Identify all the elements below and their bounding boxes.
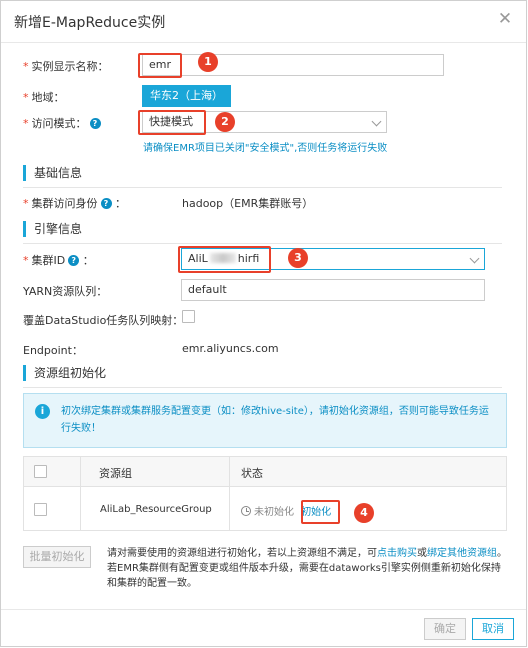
- endpoint-row: Endpoint： emr.aliyuncs.com: [1, 338, 526, 362]
- footer-divider: [1, 609, 526, 610]
- close-icon[interactable]: ✕: [496, 10, 514, 28]
- cluster-id-label: * 集群ID? ：: [23, 254, 94, 267]
- override-row: 覆盖DataStudio任务队列映射：: [1, 308, 526, 332]
- col-status: 状态: [241, 467, 263, 480]
- cluster-identity-value: hadoop（EMR集群账号）: [182, 197, 314, 210]
- cancel-button[interactable]: 取消: [472, 618, 514, 640]
- override-label: 覆盖DataStudio任务队列映射：: [23, 314, 184, 327]
- dialog-title: 新增E-MapReduce实例: [14, 15, 166, 31]
- yarn-queue-input[interactable]: default: [181, 279, 485, 301]
- buy-link[interactable]: 点击购买: [377, 548, 417, 559]
- redacted-mask: [209, 253, 236, 263]
- dialog-header: 新增E-MapReduce实例 ✕: [1, 1, 526, 43]
- bind-other-group-link[interactable]: 绑定其他资源组: [427, 548, 497, 559]
- instance-name-label: * 实例显示名称：: [23, 60, 109, 73]
- column-divider: [229, 457, 230, 530]
- batch-init-button[interactable]: 批量初始化: [23, 546, 91, 568]
- confirm-button[interactable]: 确定: [424, 618, 466, 640]
- instance-name-row: * 实例显示名称： emr: [1, 54, 526, 78]
- help-icon[interactable]: ?: [100, 198, 112, 209]
- instance-name-input[interactable]: emr: [142, 54, 444, 76]
- row-checkbox[interactable]: [34, 503, 47, 516]
- access-mode-label: * 访问模式：?: [23, 115, 101, 131]
- endpoint-value: emr.aliyuncs.com: [182, 342, 279, 355]
- select-all-checkbox[interactable]: [34, 465, 47, 478]
- region-label: * 地域：: [23, 91, 65, 104]
- annotation-badge: 4: [354, 503, 374, 523]
- alert-text: 初次绑定集群或集群服务配置变更（如：修改hive-site），请初始化资源组，否…: [61, 406, 489, 434]
- endpoint-label: Endpoint：: [23, 344, 83, 357]
- annotation-badge: 3: [288, 248, 308, 268]
- info-alert: i 初次绑定集群或集群服务配置变更（如：修改hive-site），请初始化资源组…: [23, 393, 507, 448]
- section-basic-title: 基础信息: [23, 165, 82, 181]
- section-engine-title: 引擎信息: [23, 221, 82, 237]
- info-icon: i: [35, 404, 50, 419]
- yarn-label: YARN资源队列：: [23, 285, 108, 298]
- yarn-row: YARN资源队列： default: [1, 279, 526, 303]
- cluster-identity-label: * 集群访问身份? ：: [23, 197, 126, 210]
- access-mode-value: 快捷模式: [149, 115, 193, 128]
- emr-dialog: 新增E-MapReduce实例 ✕ * 实例显示名称： emr * 地域： 华东2（…: [0, 0, 527, 647]
- access-mode-select[interactable]: 快捷模式: [142, 111, 387, 133]
- annotation-badge: 1: [198, 52, 218, 72]
- chevron-down-icon: [469, 253, 480, 264]
- initialize-link[interactable]: 初始化: [301, 507, 331, 518]
- override-checkbox[interactable]: [182, 310, 195, 323]
- access-mode-row: * 访问模式：? 快捷模式: [1, 111, 526, 135]
- col-resource-group: 资源组: [99, 467, 132, 480]
- section-init-title: 资源组初始化: [23, 365, 106, 381]
- section-divider: [23, 187, 502, 188]
- help-icon[interactable]: ?: [89, 118, 101, 129]
- table-header: 资源组 状态: [24, 457, 506, 487]
- cluster-id-suffix: hirfi: [237, 252, 260, 265]
- chevron-down-icon: [371, 116, 382, 127]
- clock-icon: [241, 506, 251, 516]
- section-divider: [23, 243, 502, 244]
- resource-group-name: AliLab_ResourceGroup: [100, 504, 212, 515]
- access-mode-hint: 请确保EMR项目已关闭"安全模式",否则任务将运行失败: [143, 143, 388, 154]
- region-row: * 地域：: [1, 85, 141, 109]
- region-tag[interactable]: 华东2（上海）: [142, 85, 231, 107]
- section-divider: [23, 387, 502, 388]
- cluster-id-prefix: AliL: [188, 252, 208, 265]
- cluster-id-select[interactable]: AliL hirfi: [181, 248, 485, 270]
- init-note: 请对需要使用的资源组进行初始化，若以上资源组不满足，可点击购买或绑定其他资源组。…: [107, 548, 507, 589]
- resource-group-table: 资源组 状态 AliLab_ResourceGroup 未初始化 初始化: [23, 456, 507, 531]
- column-divider: [80, 457, 81, 530]
- status-text: 未初始化: [254, 507, 294, 518]
- status-cell: 未初始化 初始化: [241, 503, 331, 518]
- cluster-id-row: * 集群ID? ： AliL hirfi: [1, 248, 526, 272]
- annotation-badge: 2: [215, 112, 235, 132]
- cluster-identity-row: * 集群访问身份? ： hadoop（EMR集群账号）: [1, 191, 526, 215]
- help-icon[interactable]: ?: [68, 255, 80, 266]
